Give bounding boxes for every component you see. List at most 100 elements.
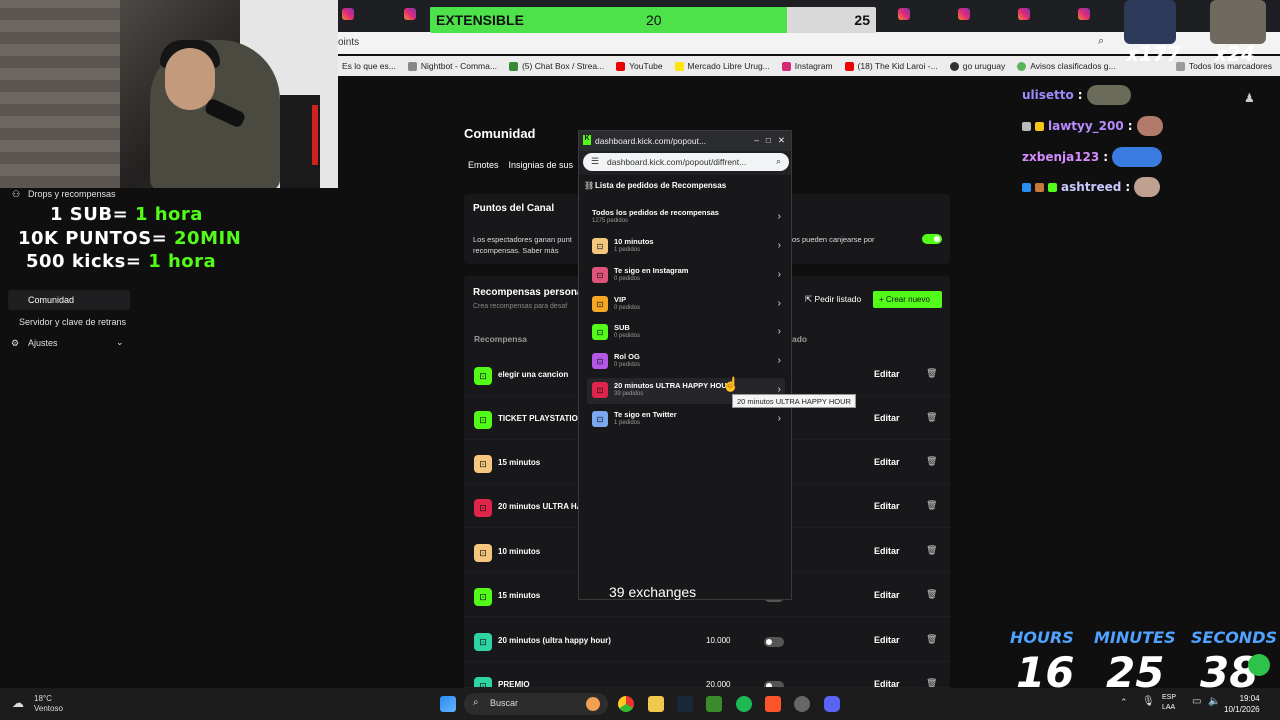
volume-icon[interactable]: 🔈 — [1208, 696, 1220, 707]
search-icon[interactable]: ⌕ — [1098, 35, 1104, 48]
windows-start-icon[interactable] — [440, 696, 456, 712]
search-icon: ⌕ — [473, 697, 479, 708]
instagram-tab-icon[interactable] — [1078, 8, 1090, 20]
bookmark[interactable]: Es lo que es... — [342, 61, 396, 71]
popout-list-item[interactable]: ⊡ VIP 0 pedidos › — [587, 292, 785, 318]
popout-url-text: dashboard.kick.com/popout/diffrent... — [607, 157, 747, 167]
folder-icon[interactable] — [648, 696, 664, 712]
webcam-feed — [0, 0, 338, 188]
popout-title-text: dashboard.kick.com/popout... — [595, 136, 707, 146]
obs-icon[interactable] — [794, 696, 810, 712]
bookmark[interactable]: (18) The Kid Laroi -... — [844, 61, 938, 71]
reward-name: PREMIO — [498, 680, 530, 688]
chevron-down-icon[interactable]: ⌄ — [116, 337, 124, 348]
reward-name: 15 minutos — [498, 591, 541, 600]
popout-item-name: Te sigo en Instagram — [614, 266, 689, 275]
bookmark[interactable]: Avisos clasificados g... — [1017, 61, 1116, 71]
trash-icon[interactable]: 🗑 — [926, 545, 937, 556]
edit-button[interactable]: Editar — [874, 457, 900, 467]
reward-name: 15 minutos — [498, 458, 541, 467]
left-panel: ⚇ Drops y recompensas 1 SUB= 1 hora 10K … — [0, 188, 338, 688]
site-info-icon[interactable]: ☰ — [591, 156, 599, 167]
edit-button[interactable]: Editar — [874, 546, 900, 556]
popout-window: K dashboard.kick.com/popout... – □ ✕ ☰ d… — [578, 130, 792, 600]
minecraft-icon[interactable] — [706, 696, 722, 712]
crear-nuevo-button[interactable]: + Crear nuevo — [873, 291, 942, 308]
trash-icon[interactable]: 🗑 — [926, 412, 937, 423]
gallito-icon — [1017, 61, 1027, 71]
clock[interactable]: 19:04 10/1/2026 — [1224, 693, 1260, 715]
tab-emotes[interactable]: Emotes — [468, 160, 499, 170]
close-icon[interactable]: ✕ — [778, 135, 785, 146]
popout-url-bar[interactable]: ☰ dashboard.kick.com/popout/diffrent... … — [583, 153, 789, 171]
reward-toggle[interactable] — [764, 681, 784, 687]
edit-button[interactable]: Editar — [874, 413, 900, 423]
weather-widget[interactable]: 18°C Ventoso — [34, 694, 63, 714]
bookmark[interactable]: Instagram — [781, 61, 833, 71]
popout-item-count: 0 pedidos — [614, 362, 641, 368]
trash-icon[interactable]: 🗑 — [926, 634, 937, 645]
chrome-icon[interactable] — [618, 696, 634, 712]
popout-item-count: 39 pedidos — [614, 391, 644, 397]
instagram-tab-icon[interactable] — [898, 8, 910, 20]
popout-list-item[interactable]: Todos los pedidos de recompensas 1275 ped… — [587, 205, 785, 231]
tray-chevron-icon[interactable]: ⌃ — [1120, 697, 1128, 708]
url-text: oints — [338, 37, 360, 48]
bookmark[interactable]: go uruguay — [949, 61, 1005, 71]
spotify-icon[interactable] — [736, 696, 752, 712]
taskbar-search[interactable]: ⌕ Buscar — [464, 693, 608, 715]
bookmark[interactable]: YouTube — [616, 61, 663, 71]
edit-button[interactable]: Editar — [874, 635, 900, 645]
trash-icon[interactable]: 🗑 — [926, 500, 937, 511]
instagram-tab-icon[interactable] — [1018, 8, 1030, 20]
bookmark[interactable]: Nightbot - Comma... — [407, 61, 497, 71]
edit-button[interactable]: Editar — [874, 679, 900, 687]
chat-message: ulisetto: — [1022, 85, 1131, 105]
tab-insignias[interactable]: Insignias de sus — [509, 160, 574, 170]
trash-icon[interactable]: 🗑 — [926, 456, 937, 467]
sidebar-item-servidor[interactable]: Servidor y clave de retrans — [19, 317, 126, 327]
youtube-icon — [844, 61, 854, 71]
popout-item-count: 0 pedidos — [614, 276, 641, 282]
trash-icon[interactable]: 🗑 — [926, 678, 937, 687]
reward-toggle[interactable] — [764, 637, 784, 647]
trash-icon[interactable]: 🗑 — [926, 368, 937, 379]
sidebar-item-comunidad[interactable]: Comunidad — [8, 290, 130, 310]
popout-item-count: 1 pedidos — [614, 420, 641, 426]
edit-button[interactable]: Editar — [874, 369, 900, 379]
popout-list-item[interactable]: ⊡ 10 minutos 1 pedidos › — [587, 234, 785, 260]
popout-list-item[interactable]: ⊡ Rol OG 0 pedidos › — [587, 349, 785, 375]
edit-button[interactable]: Editar — [874, 590, 900, 600]
minimize-icon[interactable]: – — [754, 135, 759, 145]
popout-list-item[interactable]: ⊡ SUB 0 pedidos › — [587, 320, 785, 346]
sidebar-item-ajustes[interactable]: Ajustes — [28, 338, 58, 348]
chevron-right-icon: › — [777, 269, 781, 280]
popout-item-name: SUB — [614, 323, 630, 332]
points-desc: os pueden canjearse por — [792, 235, 875, 244]
microphone-icon[interactable]: 🎙 — [1142, 696, 1155, 707]
steam-icon[interactable] — [677, 696, 693, 712]
network-icon[interactable]: ▭ — [1192, 696, 1201, 707]
language-indicator[interactable]: ESP LAA — [1162, 693, 1176, 713]
instagram-tab-icon[interactable] — [342, 8, 354, 20]
trash-icon[interactable]: 🗑 — [926, 589, 937, 600]
popout-item-count: 1275 pedidos — [592, 218, 629, 224]
edit-button[interactable]: Editar — [874, 501, 900, 511]
points-desc-link[interactable]: recompensas. Saber más — [473, 246, 558, 255]
chat-username: ulisetto — [1022, 88, 1074, 102]
bookmark[interactable]: (5) Chat Box / Strea... — [508, 61, 604, 71]
popout-item-name: 10 minutos — [614, 237, 654, 246]
search-icon[interactable]: ⌕ — [776, 156, 781, 167]
instagram-tab-icon[interactable] — [958, 8, 970, 20]
popout-list-item[interactable]: ⊡ Te sigo en Twitter 1 pedidos › — [587, 407, 785, 433]
maximize-icon[interactable]: □ — [766, 135, 771, 145]
col-header-state: ado — [792, 334, 808, 344]
popout-list-item[interactable]: ⊡ Te sigo en Instagram 0 pedidos › — [587, 263, 785, 289]
bookmark[interactable]: Mercado Libre Urug... — [674, 61, 770, 71]
pedir-listado-button[interactable]: ⇱ Pedir listado — [805, 294, 861, 305]
discord-icon[interactable] — [824, 696, 840, 712]
brave-icon[interactable] — [765, 696, 781, 712]
sidebar-item-drops[interactable]: Drops y recompensas — [28, 189, 116, 199]
instagram-tab-icon[interactable] — [404, 8, 416, 20]
points-toggle[interactable] — [922, 234, 942, 244]
